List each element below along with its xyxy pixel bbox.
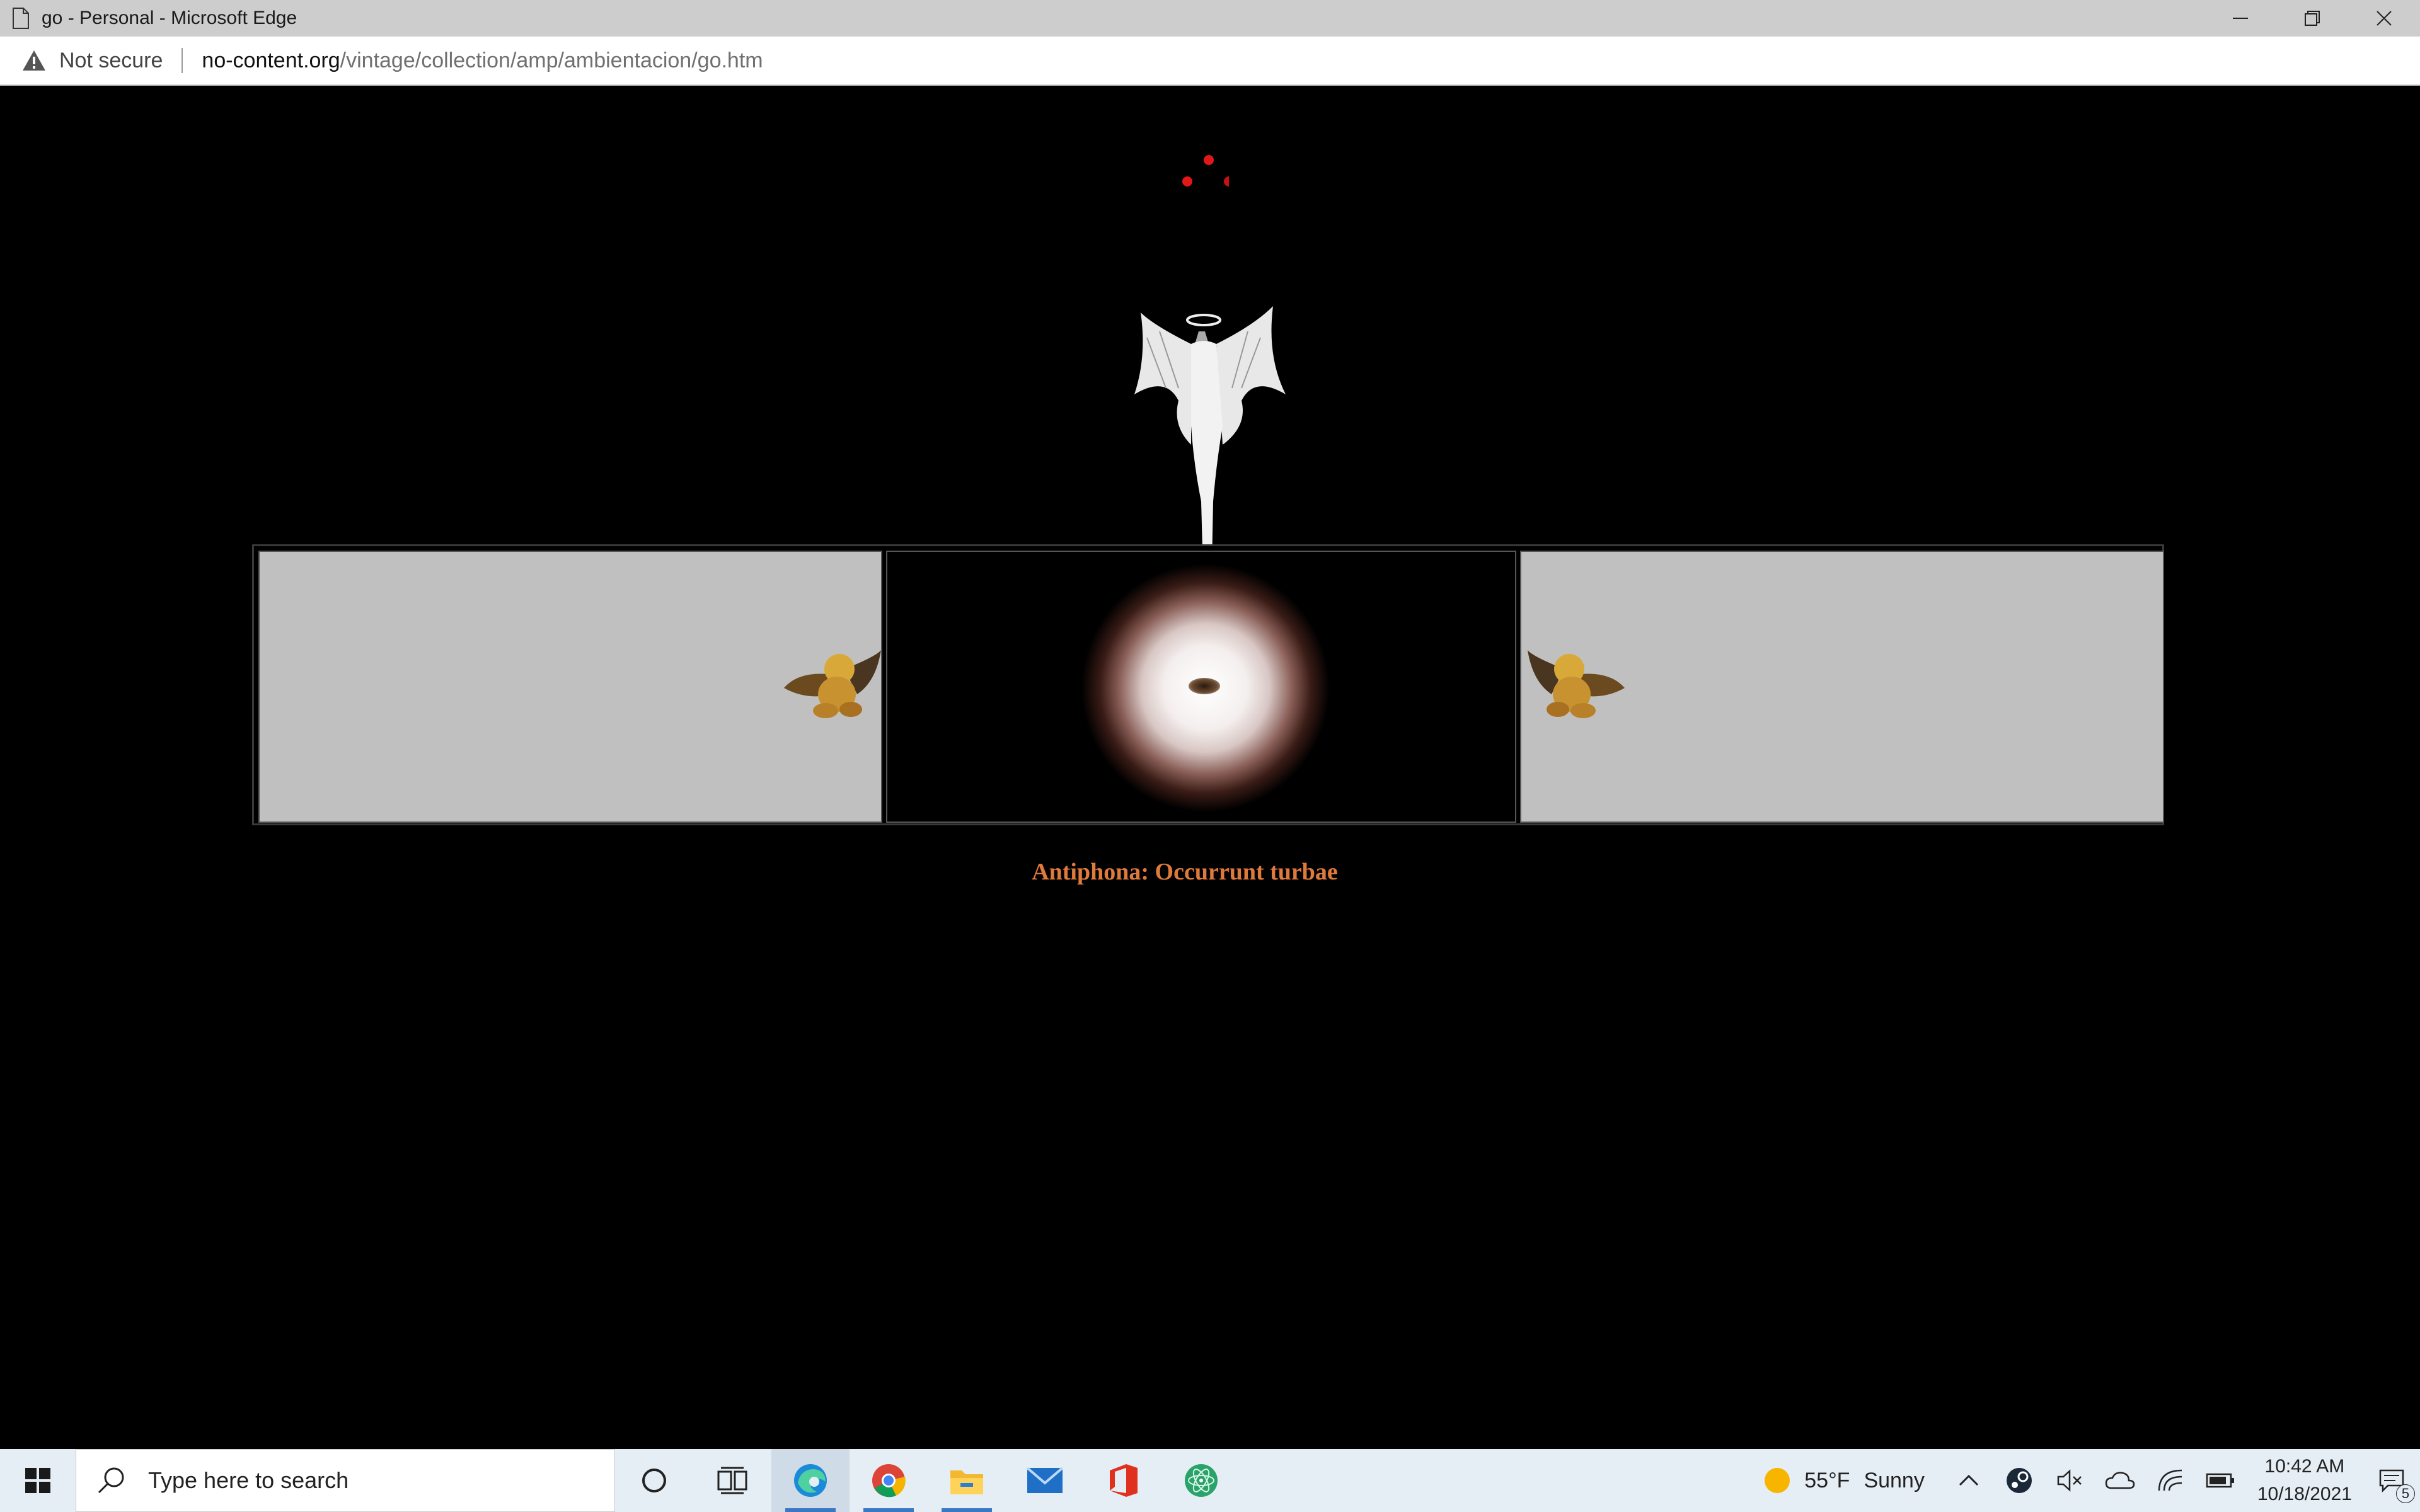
windows-logo-icon: [25, 1468, 50, 1493]
image-frame-table: [252, 544, 2164, 825]
show-hidden-icons-button[interactable]: [1944, 1449, 1994, 1512]
start-button[interactable]: [0, 1449, 76, 1512]
taskbar-app-edge[interactable]: [771, 1449, 850, 1512]
window-title: go - Personal - Microsoft Edge: [42, 8, 297, 28]
center-panel: [886, 551, 1516, 823]
battery-button[interactable]: [2196, 1449, 2246, 1512]
weather-condition: Sunny: [1864, 1468, 1925, 1492]
search-placeholder: Type here to search: [148, 1467, 349, 1493]
close-icon: [2377, 11, 2392, 26]
right-panel: [1520, 551, 2164, 823]
volume-button[interactable]: [2044, 1449, 2095, 1512]
close-button[interactable]: [2348, 0, 2420, 37]
clock-date: 10/18/2021: [2257, 1484, 2352, 1504]
battery-icon: [2206, 1473, 2234, 1488]
eye-icon: [1189, 678, 1220, 694]
taskbar: Type here to search 55°F Sunny 10:42 AM …: [0, 1449, 2420, 1512]
web-page: Antiphona: Occurrunt turbae: [0, 86, 2420, 1449]
task-view-icon: [717, 1467, 747, 1494]
office-icon: [1110, 1464, 1138, 1497]
task-view-button[interactable]: [693, 1449, 771, 1512]
url-path: /vintage/collection/amp/ambientacion/go.…: [340, 48, 763, 72]
steam-tray-button[interactable]: [1994, 1449, 2044, 1512]
taskbar-app-mail[interactable]: [1006, 1449, 1084, 1512]
search-icon: [98, 1467, 124, 1494]
restore-button[interactable]: [2276, 0, 2348, 37]
restore-icon: [2305, 11, 2320, 26]
onedrive-button[interactable]: [2095, 1449, 2145, 1512]
notification-count-badge: 5: [2396, 1484, 2415, 1503]
file-explorer-icon: [950, 1470, 983, 1494]
mail-icon: [1026, 1467, 1064, 1493]
action-center-button[interactable]: 5: [2363, 1449, 2420, 1512]
red-dots-ornament: [1182, 155, 1229, 186]
cherub-left-facing-image: [1528, 650, 1625, 718]
chevron-up-icon: [1959, 1474, 1978, 1486]
url-text[interactable]: no-content.org/vintage/collection/amp/am…: [202, 49, 763, 73]
antiphon-caption: Antiphona: Occurrunt turbae: [1032, 859, 1338, 885]
weather-temperature: 55°F: [1804, 1468, 1850, 1492]
network-button[interactable]: [2145, 1449, 2196, 1512]
steam-icon: [2006, 1468, 2032, 1493]
taskbar-app-file-explorer[interactable]: [928, 1449, 1006, 1512]
minimize-button[interactable]: [2204, 0, 2276, 37]
cloud-icon: [2105, 1472, 2135, 1489]
url-host: no-content.org: [202, 48, 340, 72]
taskbar-app-office[interactable]: [1084, 1449, 1162, 1512]
running-app-indicator: [942, 1508, 992, 1512]
system-tray: 55°F Sunny 10:42 AM 10/18/2021 5: [1763, 1449, 2420, 1512]
address-bar[interactable]: Not secure no-content.org/vintage/collec…: [0, 37, 2420, 86]
taskbar-clock[interactable]: 10:42 AM 10/18/2021: [2257, 1453, 2352, 1508]
cortana-button[interactable]: [615, 1449, 693, 1512]
cortana-icon: [642, 1469, 666, 1492]
taskbar-app-atom[interactable]: [1162, 1449, 1240, 1512]
address-separator: [182, 48, 183, 73]
edge-icon: [794, 1464, 827, 1497]
sun-icon: [1765, 1468, 1790, 1493]
left-panel: [258, 551, 882, 823]
weather-widget[interactable]: 55°F Sunny: [1763, 1466, 1925, 1495]
volume-muted-icon: [2057, 1469, 2082, 1492]
chrome-icon: [872, 1464, 906, 1498]
page-icon: [13, 8, 29, 29]
taskbar-app-chrome[interactable]: [850, 1449, 928, 1512]
window-title-bar: go - Personal - Microsoft Edge: [0, 0, 2420, 37]
taskbar-search-box[interactable]: Type here to search: [76, 1449, 615, 1512]
atom-app-icon: [1185, 1464, 1218, 1497]
cherub-right-facing-image: [784, 650, 881, 718]
clock-time: 10:42 AM: [2264, 1456, 2345, 1477]
active-app-indicator: [785, 1508, 836, 1512]
security-status[interactable]: Not secure: [59, 49, 163, 73]
running-app-indicator: [863, 1508, 914, 1512]
warning-icon[interactable]: [21, 49, 47, 72]
wifi-icon: [2158, 1469, 2182, 1491]
minimize-icon: [2233, 18, 2248, 19]
